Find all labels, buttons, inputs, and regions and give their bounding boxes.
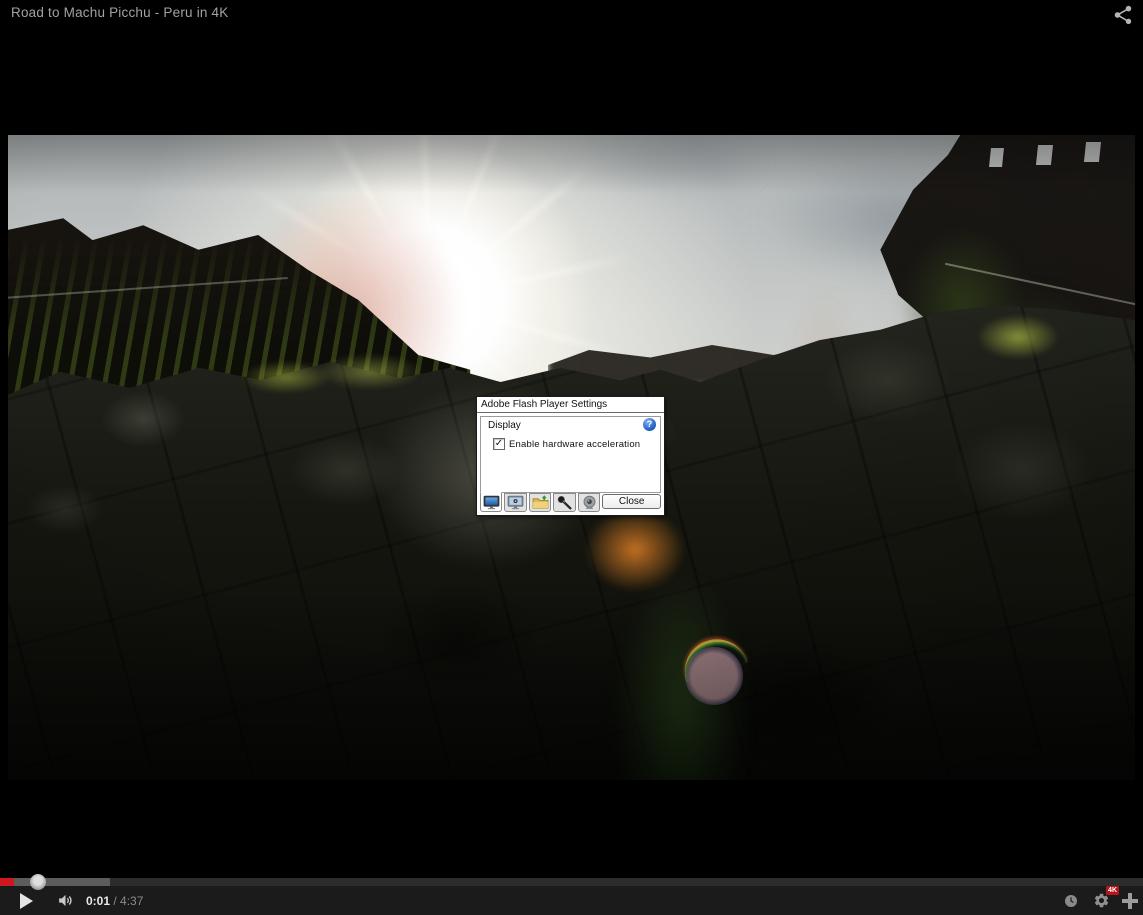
scene-grass	[963, 307, 1073, 367]
duration: 4:37	[120, 893, 144, 908]
scene-ruin-window	[989, 148, 1004, 167]
local-storage-folder-icon	[532, 495, 549, 509]
tab-privacy[interactable]	[504, 493, 527, 512]
dialog-section-label: Display	[488, 420, 521, 431]
hardware-acceleration-label: Enable hardware acceleration	[509, 438, 641, 450]
time-display: 0:01 / 4:37	[86, 894, 143, 908]
flash-settings-dialog: Adobe Flash Player Settings Display ? ✓ …	[476, 396, 665, 516]
privacy-monitor-icon	[507, 495, 524, 510]
dialog-tab-bar: Close	[480, 492, 661, 512]
help-icon[interactable]: ?	[643, 418, 656, 431]
quality-badge: 4K	[1106, 886, 1119, 895]
volume-icon	[59, 894, 72, 907]
watch-later-button[interactable]	[1063, 893, 1079, 909]
share-icon-glyph	[1114, 5, 1132, 25]
camera-icon	[583, 495, 596, 509]
video-title: Road to Machu Picchu - Peru in 4K	[11, 5, 229, 20]
hardware-acceleration-row[interactable]: ✓ Enable hardware acceleration	[493, 438, 640, 450]
player-control-bar: 0:01 / 4:37 4K	[0, 874, 1143, 915]
settings-button[interactable]: 4K	[1093, 886, 1119, 909]
scene-ruin-window	[1035, 145, 1054, 165]
volume-button[interactable]	[55, 892, 76, 909]
fullscreen-button[interactable]	[1122, 892, 1138, 909]
current-time: 0:01	[86, 893, 111, 908]
play-button[interactable]	[20, 892, 33, 909]
progress-buffered	[0, 878, 110, 886]
progress-bar[interactable]	[0, 874, 1143, 890]
microphone-icon	[557, 496, 572, 510]
tab-display[interactable]	[480, 492, 503, 512]
tab-camera[interactable]	[577, 493, 601, 512]
tab-microphone[interactable]	[553, 493, 576, 512]
fullscreen-icon	[1129, 899, 1138, 909]
control-row: 0:01 / 4:37 4K	[0, 886, 1143, 915]
tab-local-storage[interactable]	[528, 493, 552, 512]
hardware-acceleration-checkbox[interactable]: ✓	[493, 438, 505, 450]
time-separator: /	[110, 893, 121, 908]
scene-ruin-window	[1083, 142, 1102, 162]
close-button[interactable]: Close	[602, 494, 661, 509]
clock-icon	[1065, 894, 1077, 907]
share-icon[interactable]	[1112, 4, 1134, 26]
dialog-title: Adobe Flash Player Settings	[477, 397, 664, 413]
dialog-content: Display ? ✓ Enable hardware acceleration	[480, 416, 661, 493]
progress-played	[0, 878, 14, 886]
display-monitor-icon	[483, 495, 500, 509]
